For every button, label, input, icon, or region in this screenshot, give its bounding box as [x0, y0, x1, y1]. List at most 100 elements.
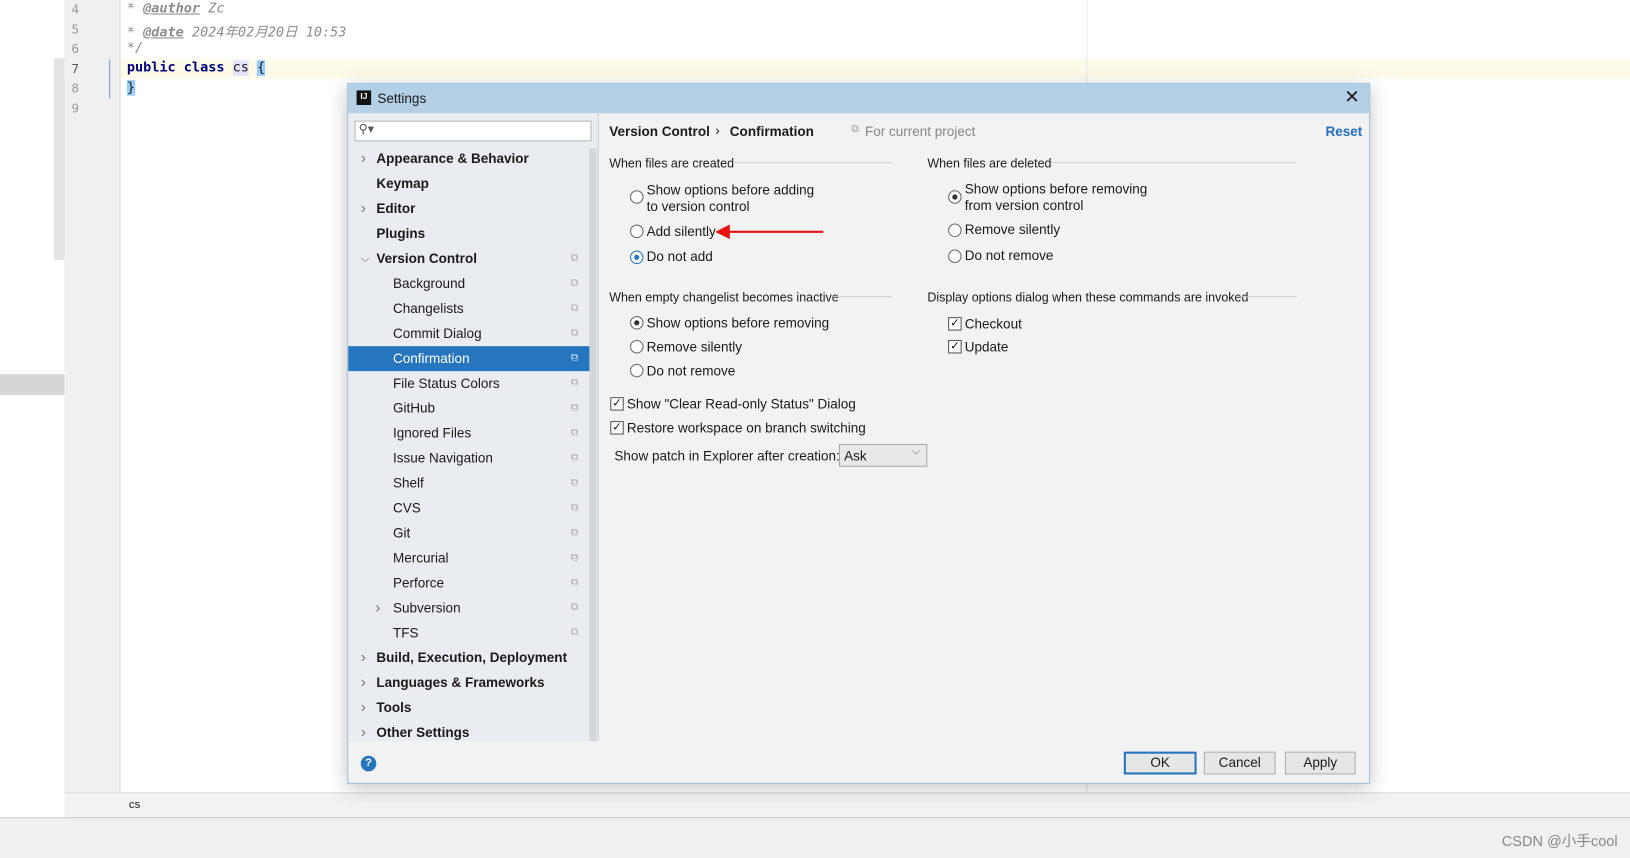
watermark: CSDN @小手cool — [1501, 832, 1618, 850]
checkout-checkbox[interactable]: ✓ — [948, 317, 962, 331]
patch-label: Show patch in Explorer after creation: — [614, 448, 840, 464]
patch-select[interactable]: Ask ⌵ — [838, 443, 928, 467]
radio-do-not-remove[interactable] — [948, 249, 962, 264]
breadcrumb-parent[interactable]: Version Control — [609, 124, 710, 140]
chevron-right-icon[interactable]: › — [375, 596, 380, 621]
sidebar-item-perforce[interactable]: Perforce ⧉ — [348, 571, 589, 596]
radio-label: Add silently — [646, 223, 716, 240]
sidebar-item-mercurial[interactable]: Mercurial ⧉ — [348, 546, 589, 571]
radio-label: Do not remove — [964, 247, 1054, 264]
sidebar-item-shelf[interactable]: Shelf ⧉ — [348, 471, 589, 496]
line-number: 8 — [71, 81, 80, 96]
close-icon[interactable]: ✕ — [1344, 86, 1360, 108]
code-line[interactable]: * @author Zc — [127, 1, 225, 17]
code-line[interactable]: */ — [127, 41, 143, 57]
restore-workspace-checkbox[interactable]: ✓ — [610, 421, 624, 435]
radio-remove-silently[interactable] — [948, 223, 962, 238]
chevron-right-icon[interactable]: › — [361, 671, 366, 696]
sidebar-item-keymap[interactable]: Keymap — [348, 172, 589, 197]
chevron-right-icon[interactable]: › — [361, 720, 366, 745]
sidebar-item-label: TFS — [392, 624, 419, 641]
chevron-right-icon[interactable]: › — [361, 646, 366, 671]
sidebar-item-cvs[interactable]: CVS ⧉ — [348, 496, 589, 521]
file-crumb[interactable]: cs — [129, 798, 140, 810]
project-scope-icon: ⧉ — [570, 452, 579, 464]
sidebar-item-other-settings[interactable]: › Other Settings — [348, 720, 589, 745]
project-scope-icon: ⧉ — [570, 527, 579, 539]
line-number: 9 — [71, 100, 80, 116]
sidebar-item-build-execution-deployment[interactable]: › Build, Execution, Deployment — [348, 646, 589, 671]
line-number: 6 — [71, 41, 80, 57]
sidebar-item-tfs[interactable]: TFS ⧉ — [348, 621, 589, 646]
ok-button[interactable]: OK — [1123, 751, 1197, 775]
bottom-bar: CSDN @小手cool — [0, 817, 1630, 858]
radio-add-silently[interactable] — [629, 224, 644, 239]
sidebar-item-plugins[interactable]: Plugins — [348, 221, 589, 246]
sidebar-item-label: Commit Dialog — [392, 325, 482, 341]
radio-show-options-adding[interactable] — [629, 190, 644, 204]
sidebar-item-file-status-colors[interactable]: File Status Colors ⧉ — [348, 371, 589, 396]
sidebar-item-label: Languages & Frameworks — [376, 674, 545, 691]
sidebar-item-languages-frameworks[interactable]: › Languages & Frameworks — [348, 671, 589, 696]
section-title: Display options dialog when these comman… — [927, 290, 1249, 305]
cancel-button[interactable]: Cancel — [1203, 751, 1276, 775]
help-icon[interactable]: ? — [360, 755, 377, 772]
sidebar-item-label: Editor — [376, 200, 416, 217]
sidebar-item-background[interactable]: Background ⧉ — [348, 271, 589, 296]
sidebar-item-label: Build, Execution, Deployment — [376, 649, 568, 666]
sidebar-item-label: Changelists — [392, 300, 464, 317]
line-number: 5 — [71, 21, 80, 37]
sidebar-item-label: GitHub — [392, 400, 436, 416]
sidebar-item-commit-dialog[interactable]: Commit Dialog ⧉ — [348, 321, 589, 346]
settings-sidebar: ⚲▾ › Appearance & Behavior Keymap › Editor Pl… — [348, 113, 599, 742]
sidebar-item-editor[interactable]: › Editor — [348, 196, 589, 221]
chevron-right-icon[interactable]: › — [361, 196, 366, 221]
project-scope-icon: ⧉ — [570, 277, 579, 290]
code-line[interactable]: public class cs { — [127, 60, 266, 76]
sidebar-item-git[interactable]: Git ⧉ — [348, 521, 589, 546]
sidebar-item-changelists[interactable]: Changelists ⧉ — [348, 296, 589, 321]
checkbox-label: Checkout — [964, 316, 1022, 332]
dialog-titlebar[interactable]: IJ Settings ✕ — [348, 84, 1370, 114]
radio-do-not-add[interactable] — [629, 250, 644, 265]
chevron-right-icon[interactable]: › — [361, 147, 366, 172]
ide-window: 4 5 6 7 8 9 * @author Zc * @date 2024年02… — [0, 0, 1630, 858]
settings-search-input[interactable]: ⚲▾ — [354, 120, 592, 142]
left-block — [0, 374, 65, 396]
code-line[interactable]: } — [126, 80, 135, 96]
update-checkbox[interactable]: ✓ — [948, 339, 962, 354]
divider — [832, 296, 892, 298]
radio-changelist-show-options[interactable] — [629, 316, 644, 330]
code-line[interactable]: * @date 2024年02月20日 10:53 — [127, 21, 347, 41]
sidebar-item-github[interactable]: GitHub ⧉ — [348, 396, 589, 421]
settings-content: Version Control › Confirmation ⧉ For cur… — [598, 113, 1369, 741]
radio-changelist-do-not-remove[interactable] — [629, 363, 644, 378]
sidebar-item-tools[interactable]: › Tools — [348, 695, 589, 720]
settings-dialog: IJ Settings ✕ ⚲▾ › Appearance & Behavior K… — [347, 83, 1371, 784]
project-scope-icon: ⧉ — [851, 123, 859, 136]
chevron-right-icon[interactable]: › — [361, 695, 366, 720]
chevron-down-icon[interactable]: ⌵ — [361, 246, 370, 271]
reset-link[interactable]: Reset — [1325, 124, 1362, 140]
radio-label: Show options before removing — [646, 314, 830, 331]
sidebar-item-label: Issue Navigation — [392, 450, 493, 466]
sidebar-item-appearance-behavior[interactable]: › Appearance & Behavior — [348, 147, 589, 172]
sidebar-item-issue-navigation[interactable]: Issue Navigation ⧉ — [348, 446, 589, 471]
project-scope-icon: ⧉ — [570, 327, 579, 339]
sidebar-item-ignored-files[interactable]: Ignored Files ⧉ — [348, 421, 589, 446]
radio-changelist-remove-silently[interactable] — [629, 339, 644, 354]
sidebar-item-version-control[interactable]: ⌵ Version Control ⧉ — [348, 246, 589, 271]
sidebar-item-label: Perforce — [392, 574, 445, 591]
sidebar-item-confirmation[interactable]: Confirmation ⧉ — [348, 346, 590, 372]
project-scope-icon: ⧉ — [570, 402, 579, 414]
apply-button[interactable]: Apply — [1284, 751, 1356, 775]
radio-show-options-removing[interactable] — [948, 190, 962, 204]
breadcrumb-current: Confirmation — [729, 123, 814, 140]
sidebar-item-label: Confirmation — [392, 350, 470, 366]
sidebar-scrollbar[interactable] — [589, 148, 597, 742]
sidebar-item-subversion[interactable]: › Subversion ⧉ — [348, 596, 589, 621]
radio-label: Remove silently — [646, 338, 743, 355]
chevron-down-icon: ⌵ — [911, 445, 920, 458]
clear-readonly-checkbox[interactable]: ✓ — [610, 397, 624, 411]
radio-label: Do not remove — [646, 362, 736, 379]
